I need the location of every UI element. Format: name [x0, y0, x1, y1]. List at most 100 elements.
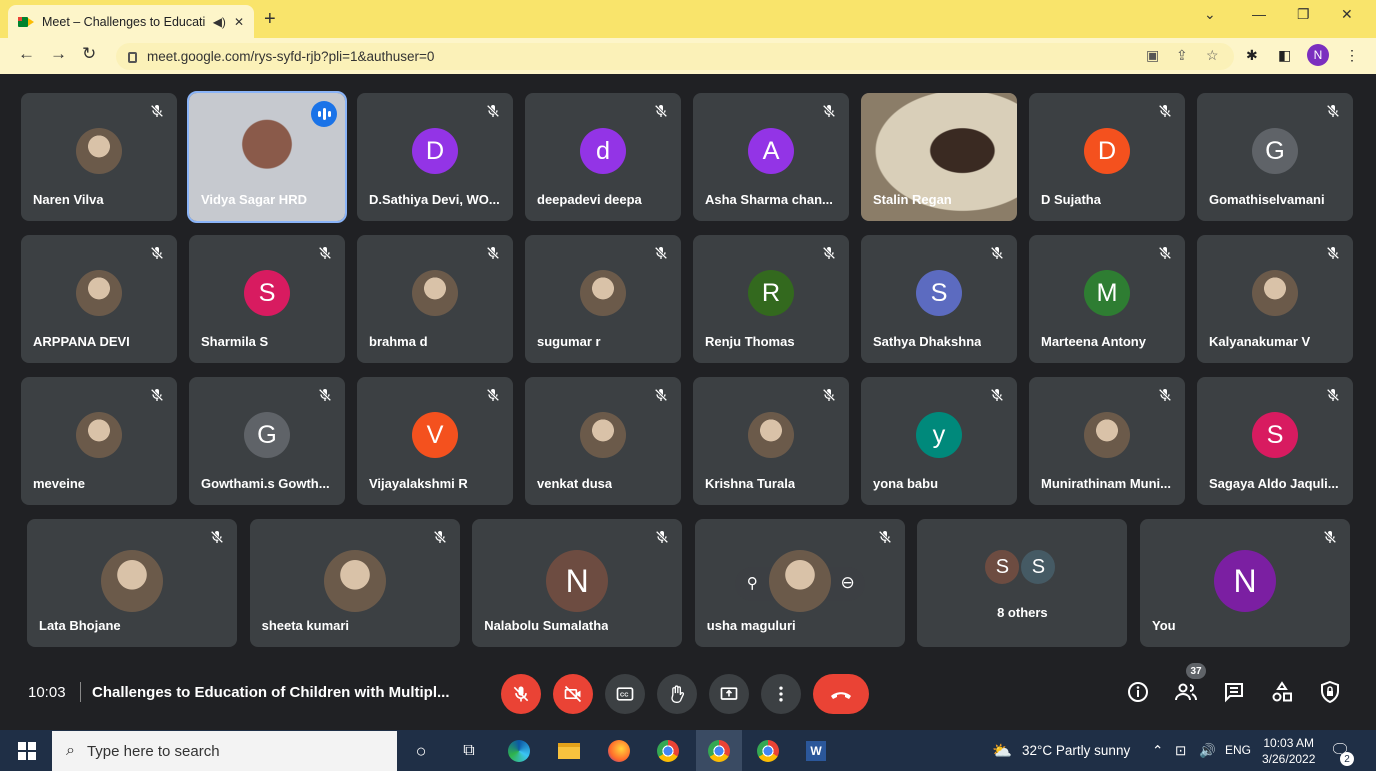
participant-name: Sagaya Aldo Jaquli... [1209, 476, 1339, 491]
participant-avatar: G [1252, 128, 1298, 174]
windows-start-icon[interactable] [18, 742, 36, 760]
participant-avatar: R [748, 270, 794, 316]
participant-tile[interactable]: brahma d [357, 235, 513, 363]
url-field[interactable]: meet.google.com/rys-syfd-rjb?pli=1&authu… [116, 43, 1234, 70]
tab-audio-icon[interactable]: ◀) [213, 15, 226, 29]
reload-icon[interactable]: ↻ [82, 44, 96, 64]
participant-tile[interactable]: venkat dusa [525, 377, 681, 505]
leave-call-button[interactable] [813, 674, 869, 714]
participant-avatar: A [748, 128, 794, 174]
participant-tile[interactable]: y yona babu [861, 377, 1017, 505]
firefox-icon[interactable] [606, 738, 632, 764]
participant-tile[interactable]: V Vijayalakshmi R [357, 377, 513, 505]
participant-avatar: S [916, 270, 962, 316]
back-icon[interactable]: ← [18, 44, 35, 64]
participant-tile[interactable]: D D Sujatha [1029, 93, 1185, 221]
word-icon[interactable]: W [803, 738, 829, 764]
window-close-icon[interactable]: ✕ [1341, 6, 1353, 23]
participant-tile[interactable]: Munirathinam Muni... [1029, 377, 1185, 505]
participant-tile[interactable]: ARPPANA DEVI [21, 235, 177, 363]
forward-icon[interactable]: → [50, 44, 67, 64]
mic-muted-icon [1157, 387, 1173, 403]
participant-avatar: M [1084, 270, 1130, 316]
participant-tile[interactable]: S Sagaya Aldo Jaquli... [1197, 377, 1353, 505]
search-placeholder: Type here to search [86, 742, 220, 760]
raise-hand-button[interactable] [657, 674, 697, 714]
participant-tile[interactable]: N Nalabolu Sumalatha [472, 519, 683, 647]
meet-now-icon[interactable]: ⊡ [1175, 743, 1186, 759]
participant-tile[interactable]: meveine [21, 377, 177, 505]
side-panel-icon[interactable]: ◧ [1278, 47, 1291, 64]
participant-avatar [1084, 412, 1130, 458]
present-screen-icon [720, 687, 738, 700]
pin-icon[interactable]: ⚲ [747, 574, 758, 592]
participant-tile[interactable]: G Gowthami.s Gowth... [189, 377, 345, 505]
chrome-profile-s-icon[interactable] [755, 738, 781, 764]
participant-tile[interactable]: S Sharmila S [189, 235, 345, 363]
new-tab-icon[interactable]: + [264, 8, 276, 31]
tray-chevron-icon[interactable]: ⌃ [1152, 743, 1163, 759]
participant-tile[interactable]: M Marteena Antony [1029, 235, 1185, 363]
participant-tile[interactable]: Naren Vilva [21, 93, 177, 221]
file-explorer-icon[interactable] [556, 738, 582, 764]
edge-icon[interactable] [506, 738, 532, 764]
browser-tab-meet[interactable]: Meet – Challenges to Educati ◀) ✕ [8, 5, 254, 38]
browser-menu-icon[interactable]: ⋮ [1345, 47, 1359, 64]
participant-tile[interactable]: G Gomathiselvamani [1197, 93, 1353, 221]
participant-tile[interactable]: S Sathya Dhakshna [861, 235, 1017, 363]
participant-tile[interactable]: Vidya Sagar HRD [187, 91, 347, 223]
participant-tile[interactable]: sheeta kumari [249, 519, 460, 647]
tab-search-chevron-icon[interactable]: ⌄ [1204, 6, 1216, 23]
maximize-icon[interactable]: ❐ [1297, 6, 1310, 23]
participant-avatar [412, 270, 458, 316]
weather-text[interactable]: 32°C Partly sunny [1022, 743, 1130, 758]
extensions-icon[interactable]: ✱ [1246, 47, 1258, 64]
weather-icon[interactable]: ⛅ [992, 741, 1012, 761]
profile-avatar[interactable]: N [1307, 44, 1329, 66]
camera-blocked-icon[interactable]: ▣ [1146, 47, 1159, 64]
share-icon[interactable]: ⇪ [1176, 47, 1188, 64]
present-button[interactable] [709, 674, 749, 714]
bookmark-star-icon[interactable]: ☆ [1206, 47, 1219, 64]
participant-tile[interactable]: d deepadevi deepa [525, 93, 681, 221]
hand-icon [671, 685, 685, 703]
search-icon: ⌕ [66, 742, 75, 759]
volume-icon[interactable]: 🔊 [1199, 743, 1216, 759]
participant-tile[interactable]: sugumar r [525, 235, 681, 363]
meeting-details-button[interactable] [1126, 680, 1150, 704]
participant-name: You [1152, 618, 1176, 633]
browser-tab-bar: Meet – Challenges to Educati ◀) ✕ + ⌄ — … [0, 0, 1376, 38]
cortana-icon[interactable]: ○ [408, 738, 434, 764]
participant-tile[interactable]: ⚲ ⊖ usha maguluri [694, 519, 905, 647]
others-tile[interactable]: SS 8 others [917, 519, 1128, 647]
participant-name: ARPPANA DEVI [33, 334, 130, 349]
lock-icon[interactable] [128, 52, 137, 63]
self-tile[interactable]: N You [1140, 519, 1350, 647]
participant-tile[interactable]: R Renju Thomas [693, 235, 849, 363]
participant-tile[interactable]: Krishna Turala [693, 377, 849, 505]
tab-close-icon[interactable]: ✕ [234, 15, 244, 29]
people-button[interactable] [1174, 680, 1198, 704]
participant-tile[interactable]: A Asha Sharma chan... [693, 93, 849, 221]
participant-tile[interactable]: Kalyanakumar V [1197, 235, 1353, 363]
taskbar-clock[interactable]: 10:03 AM 3/26/2022 [1262, 735, 1315, 767]
mic-muted-icon [149, 245, 165, 261]
remove-icon[interactable]: ⊖ [841, 573, 855, 593]
host-controls-button[interactable] [1318, 680, 1342, 704]
camera-off-button[interactable] [553, 674, 593, 714]
chat-button[interactable] [1222, 680, 1246, 704]
chrome-icon[interactable] [655, 738, 681, 764]
chrome-profile-n-icon[interactable] [706, 738, 732, 764]
mic-off-button[interactable] [501, 674, 541, 714]
activities-button[interactable] [1270, 680, 1294, 704]
task-view-icon[interactable]: ⧉ [456, 738, 482, 764]
participant-tile[interactable]: Lata Bhojane [27, 519, 237, 647]
participant-tile[interactable]: Stalin Regan [861, 93, 1017, 221]
participant-tile[interactable]: D D.Sathiya Devi, WO... [357, 93, 513, 221]
taskbar-search-box[interactable]: ⌕ Type here to search [52, 731, 397, 771]
language-indicator[interactable]: ENG [1225, 743, 1251, 757]
captions-button[interactable]: CC [605, 674, 645, 714]
minimize-icon[interactable]: — [1252, 6, 1266, 22]
mic-off-icon [513, 686, 529, 702]
more-options-button[interactable] [761, 674, 801, 714]
